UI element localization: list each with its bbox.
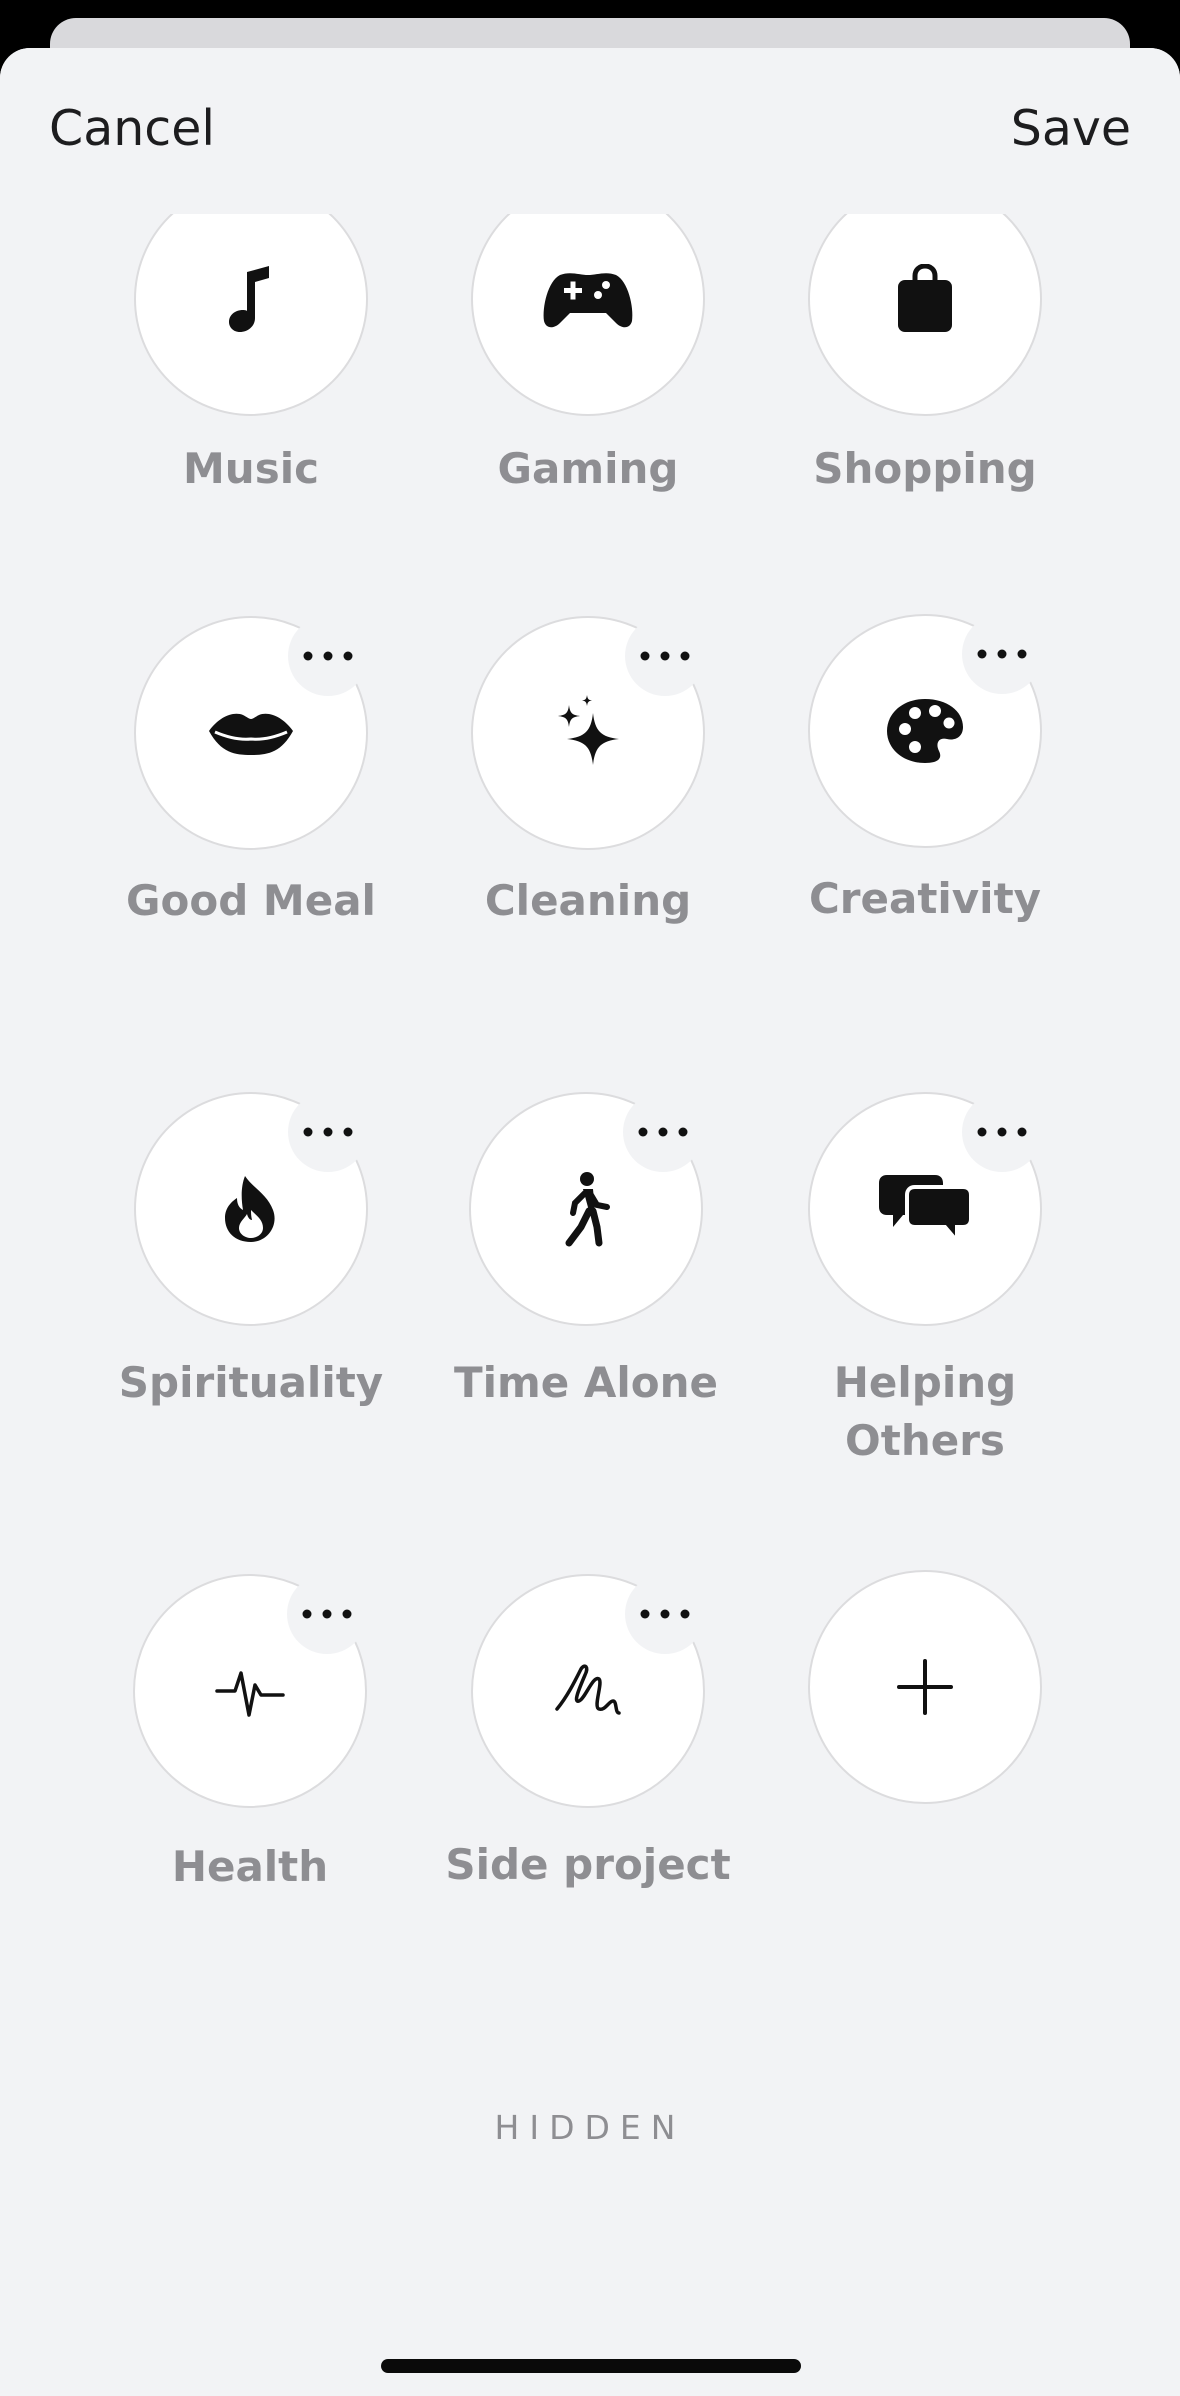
home-indicator bbox=[381, 2359, 801, 2373]
activity-tile-spirituality: Spirituality bbox=[119, 1092, 474, 1512]
activity-label: Music bbox=[183, 444, 319, 493]
more-options-button[interactable] bbox=[287, 1574, 367, 1654]
activity-grid: Music Gaming Shopping Good Meal Cleaning… bbox=[0, 48, 1180, 2396]
gamepad-icon bbox=[543, 273, 633, 328]
activity-tile-music: Music bbox=[134, 182, 474, 602]
activity-tile-gaming: Gaming bbox=[471, 182, 811, 602]
ellipsis-icon bbox=[640, 651, 690, 661]
more-options-button[interactable] bbox=[625, 616, 705, 696]
activity-button-music[interactable] bbox=[134, 182, 368, 416]
add-activity-button[interactable] bbox=[808, 1570, 1042, 1804]
activity-label: Shopping bbox=[813, 444, 1037, 493]
activity-label: Health bbox=[171, 1842, 329, 1891]
more-options-button[interactable] bbox=[623, 1092, 703, 1172]
flame-icon bbox=[225, 1176, 275, 1242]
scribble-icon bbox=[555, 1664, 621, 1715]
activity-label: Helping Others bbox=[833, 1358, 1017, 1465]
more-options-button[interactable] bbox=[288, 1092, 368, 1172]
more-options-button[interactable] bbox=[962, 1092, 1042, 1172]
activity-button-shopping[interactable] bbox=[808, 182, 1042, 416]
more-options-button[interactable] bbox=[288, 616, 368, 696]
activity-label: Side project bbox=[445, 1840, 731, 1889]
nav-bar: Cancel Save bbox=[0, 48, 1180, 214]
sparkles-icon bbox=[558, 695, 619, 765]
activity-label: Good Meal bbox=[126, 876, 376, 925]
heartbeat-icon bbox=[215, 1671, 285, 1717]
ellipsis-icon bbox=[977, 1127, 1027, 1137]
activity-label: Spirituality bbox=[118, 1358, 384, 1407]
add-activity-tile bbox=[808, 1570, 1148, 1990]
ellipsis-icon bbox=[640, 1609, 690, 1619]
walking-person-icon bbox=[565, 1172, 610, 1247]
ellipsis-icon bbox=[302, 1609, 352, 1619]
edit-activities-sheet: Music Gaming Shopping Good Meal Cleaning… bbox=[0, 48, 1180, 2396]
activity-tile-shopping: Shopping bbox=[808, 182, 1148, 602]
activity-button-gaming[interactable] bbox=[471, 182, 705, 416]
activity-tile-helping-others: Helping Others bbox=[808, 1092, 1148, 1512]
music-note-icon bbox=[229, 266, 269, 332]
activity-tile-creativity: Creativity bbox=[808, 614, 1148, 1034]
more-options-button[interactable] bbox=[625, 1574, 705, 1654]
ellipsis-icon bbox=[303, 651, 353, 661]
hidden-section-header: HIDDEN bbox=[494, 2108, 686, 2147]
chat-bubbles-icon bbox=[879, 1175, 971, 1245]
cancel-button[interactable]: Cancel bbox=[49, 100, 215, 157]
activity-label: Gaming bbox=[497, 444, 679, 493]
activity-tile-cleaning: Cleaning bbox=[471, 616, 811, 1036]
activity-tile-time-alone: Time Alone bbox=[454, 1092, 809, 1512]
save-button[interactable]: Save bbox=[1011, 100, 1131, 157]
lips-icon bbox=[209, 713, 293, 755]
palette-icon bbox=[887, 699, 963, 763]
activity-tile-good-meal: Good Meal bbox=[126, 616, 474, 1036]
activity-tile-health: Health bbox=[133, 1574, 473, 1994]
shopping-bag-icon bbox=[898, 264, 952, 332]
activity-label: Cleaning bbox=[484, 876, 692, 925]
activity-label: Creativity bbox=[808, 874, 1042, 923]
ellipsis-icon bbox=[977, 649, 1027, 659]
more-options-button[interactable] bbox=[962, 614, 1042, 694]
activity-label: Time Alone bbox=[453, 1358, 719, 1407]
ellipsis-icon bbox=[638, 1127, 688, 1137]
ellipsis-icon bbox=[303, 1127, 353, 1137]
plus-icon bbox=[897, 1659, 953, 1715]
activity-tile-side-project: Side project bbox=[445, 1574, 811, 1994]
